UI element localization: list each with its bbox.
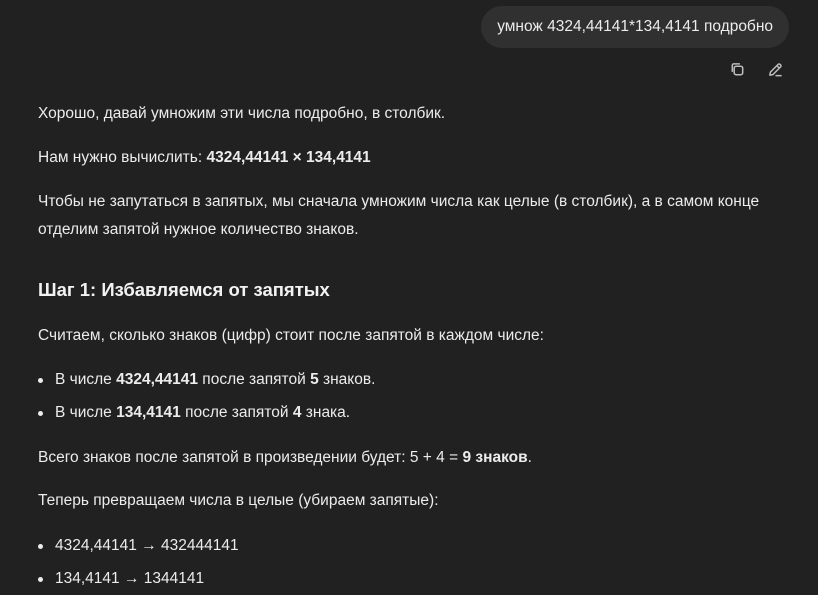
bullet-icon: [38, 577, 43, 582]
plan-line-1: Чтобы не запутаться в запятых, мы сначал…: [38, 193, 760, 210]
bullet-icon: [38, 378, 43, 383]
bullet-text: В числе: [55, 404, 117, 421]
bullet-number: 4324,44141: [116, 371, 198, 388]
bullet-text: знаков.: [318, 371, 376, 388]
bullet-icon: [38, 411, 43, 416]
need-prefix: Нам нужно вычислить:: [38, 149, 207, 166]
user-message-text: умнож 4324,44141*134,4141 подробно: [497, 18, 773, 35]
list-item: В числе 134,4141 после запятой 4 знака.: [38, 400, 350, 426]
bullet-text: после запятой: [180, 404, 293, 421]
edit-icon[interactable]: [766, 60, 784, 78]
bullet-number: 134,4141: [116, 404, 181, 421]
bullet-text: после запятой: [198, 371, 311, 388]
list-item: В числе 4324,44141 после запятой 5 знако…: [38, 367, 375, 393]
list-item: 134,4141 → 1344141: [38, 566, 204, 592]
total-paragraph: Всего знаков после запятой в произведени…: [38, 444, 532, 472]
count-intro: Считаем, сколько знаков (цифр) стоит пос…: [38, 327, 544, 344]
bullet-icon: [38, 544, 43, 549]
copy-icon[interactable]: [728, 60, 746, 78]
user-message-bubble: умнож 4324,44141*134,4141 подробно: [481, 6, 789, 48]
plan-line-2: отделим запятой нужное количество знаков…: [38, 221, 359, 238]
intro-paragraph: Хорошо, давай умножим эти числа подробно…: [38, 105, 446, 122]
total-prefix: Всего знаков после запятой в произведени…: [38, 449, 463, 466]
conversion-text: 4324,44141 → 432444141: [55, 537, 239, 554]
convert-intro: Теперь превращаем числа в целые (убираем…: [38, 492, 439, 509]
need-expression: 4324,44141 × 134,4141: [206, 149, 371, 166]
step1-heading: Шаг 1: Избавляемся от запятых: [38, 279, 330, 300]
need-paragraph: Нам нужно вычислить: 4324,44141 × 134,41…: [38, 144, 371, 172]
bullet-text: В числе: [55, 371, 117, 388]
list-item: 4324,44141 → 432444141: [38, 533, 239, 559]
bullet-text: знака.: [301, 404, 351, 421]
conversion-text: 134,4141 → 1344141: [55, 570, 205, 587]
message-actions: [728, 60, 784, 78]
total-count: 9 знаков: [462, 449, 528, 466]
total-suffix: .: [527, 449, 532, 466]
bullet-count: 5: [310, 371, 319, 388]
